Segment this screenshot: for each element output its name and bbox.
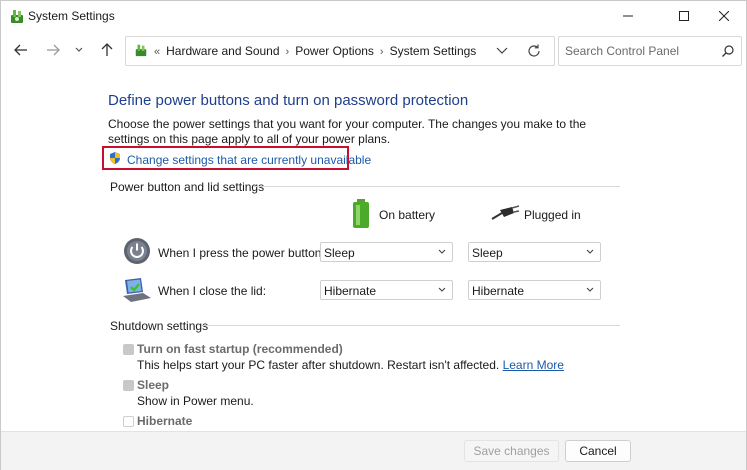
breadcrumb: « Hardware and Sound › Power Options › System… bbox=[154, 44, 476, 58]
recent-locations-button[interactable] bbox=[69, 40, 89, 60]
section-divider bbox=[203, 325, 620, 326]
lid-on-battery-select[interactable]: Hibernate bbox=[320, 280, 453, 300]
search-box[interactable] bbox=[558, 36, 742, 66]
select-value: Hibernate bbox=[472, 284, 525, 298]
arrow-left-icon bbox=[14, 44, 27, 56]
up-button[interactable] bbox=[97, 40, 117, 60]
select-value: Sleep bbox=[324, 246, 355, 260]
close-button[interactable] bbox=[701, 1, 747, 31]
section-divider bbox=[253, 186, 620, 187]
window-title: System Settings bbox=[28, 9, 115, 23]
battery-icon bbox=[353, 199, 369, 228]
breadcrumb-system-settings[interactable]: System Settings bbox=[390, 44, 477, 58]
refresh-icon[interactable] bbox=[526, 43, 542, 59]
chevron-right-icon[interactable]: › bbox=[380, 46, 384, 58]
column-plugged-in: Plugged in bbox=[524, 208, 581, 222]
power-button-section-label: Power button and lid settings bbox=[110, 180, 265, 194]
page-title: Define power buttons and turn on passwor… bbox=[108, 92, 469, 109]
minimize-button[interactable] bbox=[605, 1, 651, 31]
plug-icon bbox=[491, 205, 520, 220]
system-settings-window: System Settings « Hardware and Sound › P… bbox=[0, 0, 747, 470]
breadcrumb-overflow[interactable]: « bbox=[154, 46, 160, 58]
minimize-icon bbox=[623, 15, 633, 17]
cancel-button[interactable]: Cancel bbox=[565, 440, 631, 462]
change-settings-link[interactable]: Change settings that are currently unava… bbox=[127, 153, 371, 167]
search-icon[interactable] bbox=[721, 44, 735, 58]
arrow-up-icon bbox=[101, 43, 113, 56]
footer-bar: Save changes Cancel bbox=[1, 431, 746, 470]
select-value: Hibernate bbox=[324, 284, 377, 298]
hibernate-checkbox[interactable] bbox=[123, 416, 134, 427]
sleep-title: Sleep bbox=[137, 378, 170, 392]
learn-more-link[interactable]: Learn More bbox=[503, 358, 564, 372]
back-button[interactable] bbox=[11, 40, 31, 60]
control-panel-icon bbox=[11, 10, 23, 23]
chevron-down-icon bbox=[438, 249, 446, 254]
fast-startup-description: This helps start your PC faster after sh… bbox=[137, 358, 564, 372]
chevron-down-icon bbox=[586, 287, 594, 292]
title-bar: System Settings bbox=[1, 1, 746, 31]
address-history-dropdown-icon[interactable] bbox=[494, 44, 510, 58]
fast-startup-checkbox[interactable] bbox=[123, 344, 134, 355]
chevron-down-icon bbox=[586, 249, 594, 254]
select-value: Sleep bbox=[472, 246, 503, 260]
page-description: Choose the power settings that you want … bbox=[108, 117, 587, 146]
breadcrumb-power-options[interactable]: Power Options bbox=[295, 44, 374, 58]
chevron-down-icon bbox=[438, 287, 446, 292]
chevron-right-icon[interactable]: › bbox=[286, 46, 290, 58]
close-icon bbox=[719, 11, 729, 21]
maximize-icon bbox=[679, 11, 689, 21]
power-button-plugged-in-select[interactable]: Sleep bbox=[468, 242, 601, 262]
address-bar[interactable]: « Hardware and Sound › Power Options › System… bbox=[125, 36, 555, 66]
arrow-right-icon bbox=[47, 44, 60, 56]
uac-shield-icon bbox=[110, 152, 120, 164]
fast-startup-title: Turn on fast startup (recommended) bbox=[137, 342, 343, 356]
power-button-on-battery-select[interactable]: Sleep bbox=[320, 242, 453, 262]
lid-plugged-in-select[interactable]: Hibernate bbox=[468, 280, 601, 300]
laptop-lid-icon bbox=[123, 278, 151, 302]
navigation-bar: « Hardware and Sound › Power Options › System… bbox=[1, 31, 746, 69]
power-button-icon bbox=[124, 238, 150, 264]
sleep-checkbox[interactable] bbox=[123, 380, 134, 391]
power-button-row-label: When I press the power button: bbox=[158, 246, 325, 260]
forward-button[interactable] bbox=[43, 40, 63, 60]
lid-row-label: When I close the lid: bbox=[158, 284, 267, 298]
search-input[interactable] bbox=[565, 43, 715, 59]
column-on-battery: On battery bbox=[379, 208, 436, 222]
breadcrumb-hardware-and-sound[interactable]: Hardware and Sound bbox=[166, 44, 279, 58]
sleep-description: Show in Power menu. bbox=[137, 394, 254, 408]
shutdown-section-label: Shutdown settings bbox=[110, 319, 209, 333]
chevron-down-icon bbox=[75, 47, 83, 52]
control-panel-icon bbox=[135, 44, 147, 57]
hibernate-title: Hibernate bbox=[137, 414, 193, 428]
save-changes-button[interactable]: Save changes bbox=[464, 440, 559, 462]
fast-startup-desc-text: This helps start your PC faster after sh… bbox=[137, 358, 500, 372]
